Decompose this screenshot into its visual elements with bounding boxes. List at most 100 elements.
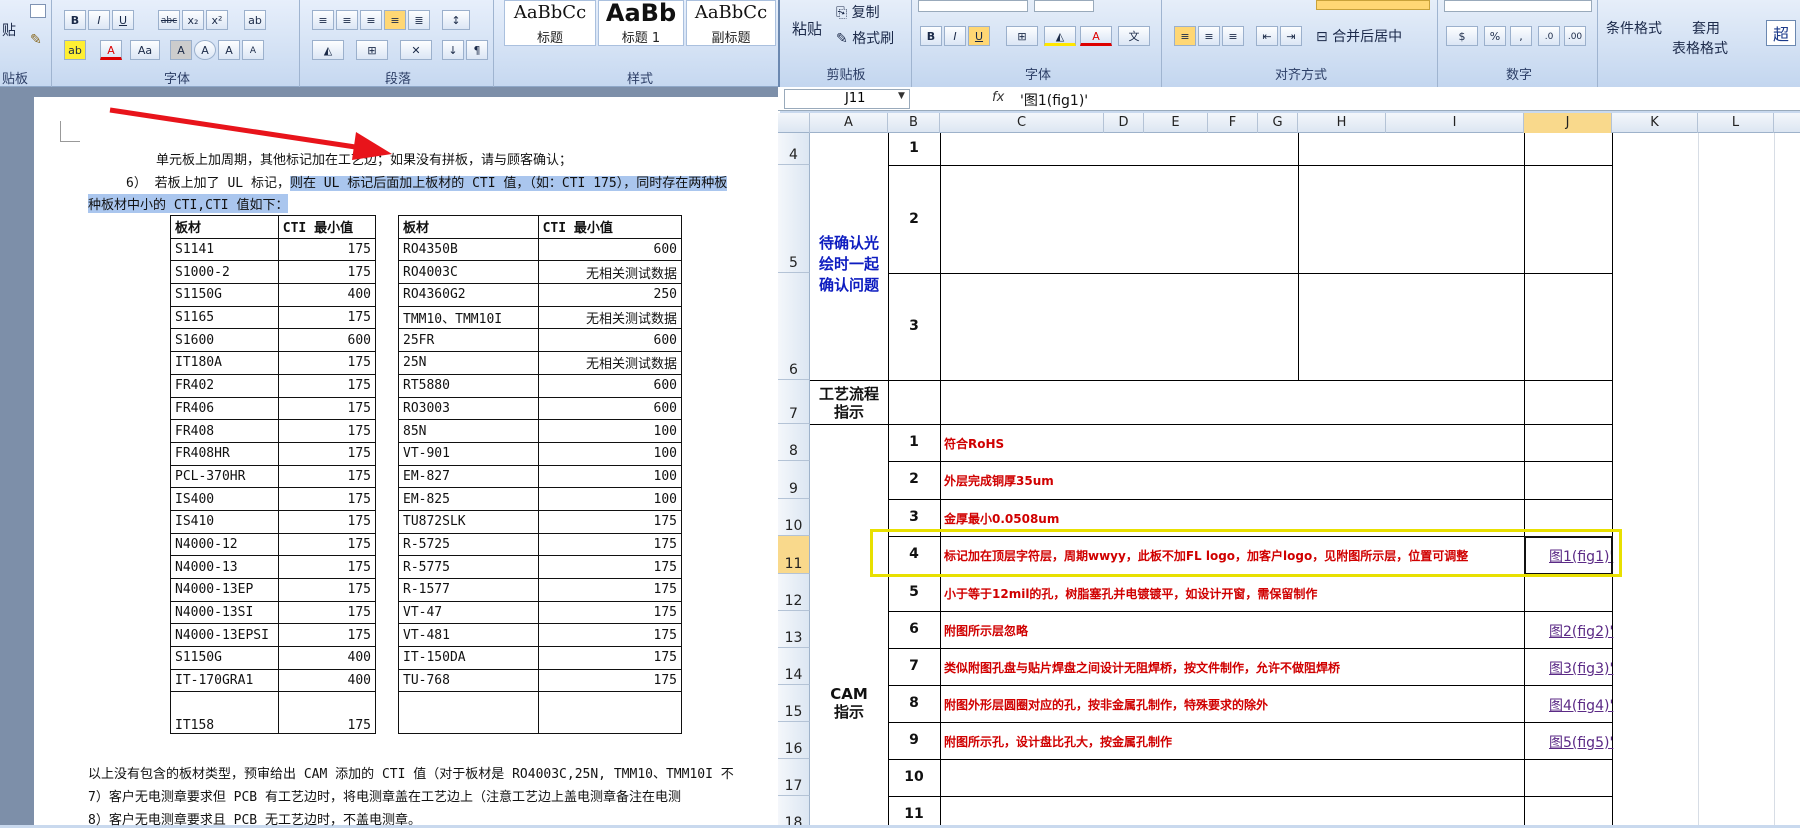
cti-cell[interactable]: 175	[537, 509, 683, 534]
board-cell[interactable]: IS400	[170, 487, 279, 511]
cell-styles-icon[interactable]: 超	[1766, 20, 1796, 46]
col-header-a[interactable]: A	[810, 113, 888, 133]
board-cell[interactable]: RT5880	[398, 373, 539, 398]
board-cell[interactable]: R-5775	[398, 555, 539, 579]
row-header-9[interactable]: 9	[778, 461, 810, 499]
row-header-6[interactable]: 6	[778, 273, 810, 380]
col-header-f[interactable]: F	[1208, 113, 1258, 133]
cti-cell[interactable]: 175	[277, 509, 377, 534]
cti-cell[interactable]: 100	[537, 441, 683, 466]
accounting-icon[interactable]: $	[1446, 26, 1478, 46]
cti-cell[interactable]: 250	[537, 283, 683, 307]
board-cell[interactable]: R-5725	[398, 532, 539, 557]
cti-cell[interactable]: 100	[537, 487, 683, 511]
board-cell[interactable]: RO3003	[398, 396, 539, 421]
board-cell[interactable]: N4000-13EPSI	[170, 623, 279, 648]
row-header-16[interactable]: 16	[778, 722, 810, 759]
fill-color-icon[interactable]: ◭	[1044, 26, 1076, 46]
cti-cell[interactable]: 600	[537, 237, 683, 262]
cti-cell[interactable]: 175	[277, 260, 377, 285]
cti-cell[interactable]: 175	[277, 237, 377, 262]
cti-cell[interactable]: 175	[277, 305, 377, 330]
col-header-d[interactable]: D	[1104, 113, 1144, 133]
cti-cell[interactable]: 600	[537, 396, 683, 421]
cti-cell[interactable]: 175	[537, 623, 683, 648]
decrease-indent-icon[interactable]: ⇤	[1256, 26, 1278, 46]
clear-format-button[interactable]: ab	[244, 10, 266, 30]
style-subtitle[interactable]: AaBbCc 副标题	[686, 0, 776, 46]
char-shading-button[interactable]: A	[170, 40, 192, 60]
word-paste-button[interactable]: 贴	[2, 20, 16, 40]
cti-cell[interactable]: 600	[537, 373, 683, 398]
col-header-b[interactable]: B	[888, 113, 940, 133]
change-case-button[interactable]: Aa	[130, 40, 160, 60]
cti-cell[interactable]: 175	[537, 555, 683, 579]
cam-item-link[interactable]: 图5(fig5)'	[1549, 732, 1613, 752]
board-cell[interactable]: TMM10、TMM10I	[398, 305, 539, 330]
italic-button[interactable]: I	[88, 10, 110, 30]
confirm-item-1[interactable]: 1	[888, 140, 940, 156]
board-cell[interactable]: IS410	[170, 509, 279, 534]
cti-cell[interactable]: 175	[537, 578, 683, 602]
style-title[interactable]: AaBbCc 标题	[504, 0, 596, 46]
board-cell[interactable]: FR408HR	[170, 441, 279, 466]
row-header-12[interactable]: 12	[778, 574, 810, 611]
cam-item-number[interactable]: 5	[888, 584, 940, 600]
name-box[interactable]: J11	[784, 89, 910, 109]
col-header-j[interactable]: J	[1524, 113, 1612, 133]
cti-cell[interactable]: 175	[277, 600, 377, 625]
copy-icon[interactable]	[30, 4, 46, 18]
cam-item-number[interactable]: 6	[888, 621, 940, 637]
phonetic-icon[interactable]: 文	[1118, 26, 1150, 46]
board-cell[interactable]: S1165	[170, 305, 279, 330]
board-cell[interactable]: N4000-13EP	[170, 578, 279, 602]
doc-line-2-selection[interactable]: 则在 UL 标记后面加上板材的 CTI 值，（如：CTI 175），同时存在两种…	[289, 176, 728, 191]
enclose-char-button[interactable]: A	[194, 40, 216, 60]
cam-item-text[interactable]: 小于等于12mil的孔，树脂塞孔并电镀镀平，如设计开窗，需保留制作	[944, 585, 1317, 602]
row-header-11[interactable]: 11	[778, 536, 810, 574]
row-header-5[interactable]: 5	[778, 165, 810, 273]
cam-item-link[interactable]: 图3(fig3)'	[1549, 658, 1613, 678]
excel-align-right-icon[interactable]: ≡	[1222, 26, 1244, 46]
cti-cell[interactable]: 175	[277, 351, 377, 375]
format-painter-icon[interactable]: ✎	[30, 32, 42, 48]
justify-icon[interactable]: ≡	[384, 10, 406, 30]
cti-cell[interactable]: 175	[277, 578, 377, 602]
cti-cell[interactable]: 175	[277, 464, 377, 489]
excel-font-color-icon[interactable]: A	[1080, 26, 1112, 46]
excel-align-left-icon[interactable]: ≡	[1174, 26, 1196, 46]
shrink-font-button[interactable]: A	[242, 40, 264, 60]
cam-item-number[interactable]: 10	[888, 769, 940, 785]
cti-cell[interactable]: 175	[277, 441, 377, 466]
cam-item-number[interactable]: 9	[888, 732, 940, 748]
table-format-button-2[interactable]: 表格格式	[1672, 38, 1728, 58]
distribute-icon[interactable]: ≣	[408, 10, 430, 30]
row-header-4[interactable]: 4	[778, 133, 810, 165]
style-heading1[interactable]: AaBb 标题 1	[598, 0, 684, 46]
name-box-dropdown-icon[interactable]: ▼	[898, 91, 905, 101]
board-cell[interactable]: VT-47	[398, 600, 539, 625]
board-cell[interactable]: VT-901	[398, 441, 539, 466]
cti-cell[interactable]: 175	[277, 691, 377, 735]
font-name-box[interactable]	[918, 0, 1028, 12]
cam-item-number[interactable]: 1	[888, 434, 940, 450]
board-cell[interactable]: VT-481	[398, 623, 539, 648]
row-header-8[interactable]: 8	[778, 424, 810, 461]
cti-cell[interactable]: 400	[277, 646, 377, 670]
excel-align-center-icon[interactable]: ≡	[1198, 26, 1220, 46]
col-header-k[interactable]: K	[1612, 113, 1698, 133]
board-cell[interactable]: S1150G	[170, 646, 279, 670]
cam-item-number[interactable]: 2	[888, 471, 940, 487]
grow-font-button[interactable]: A	[218, 40, 240, 60]
excel-borders-icon[interactable]: ⊞	[1006, 26, 1038, 46]
increase-decimal-icon[interactable]: .0	[1538, 26, 1560, 46]
col-header-i[interactable]: I	[1386, 113, 1524, 133]
board-cell[interactable]: IT158	[170, 691, 279, 735]
board-cell[interactable]: RO4360G2	[398, 283, 539, 307]
excel-italic-button[interactable]: I	[944, 26, 966, 46]
select-all-corner[interactable]	[778, 113, 810, 133]
row-header-18[interactable]: 18	[778, 796, 810, 825]
subscript-button[interactable]: x₂	[182, 10, 204, 30]
cti-cell[interactable]: 175	[277, 555, 377, 579]
cti-cell[interactable]	[537, 691, 683, 735]
